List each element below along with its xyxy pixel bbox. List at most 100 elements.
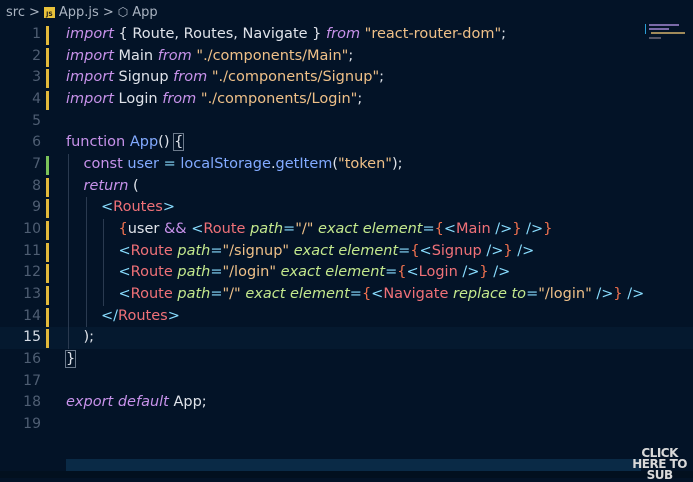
token-txt: ; (348, 47, 354, 64)
line-number: 8 (32, 177, 41, 194)
code-line[interactable]: 3 import Signup from "./components/Signup… (0, 67, 693, 89)
token-pun: /> (517, 242, 535, 259)
code-text: import Login from "./components/Login"; (66, 89, 362, 111)
token-attr: path (177, 242, 211, 259)
code-line[interactable]: 1 import { Route, Routes, Navigate } from… (0, 24, 693, 46)
code-line[interactable]: 16} (0, 349, 693, 371)
breadcrumb-file[interactable]: App.js (59, 5, 99, 20)
token-txt: ( (128, 177, 139, 194)
token-str: "token" (338, 155, 392, 172)
code-line[interactable]: 4 import Login from "./components/Login"; (0, 89, 693, 111)
token-tag: Routes (118, 307, 168, 324)
git-modified-indicator[interactable] (46, 47, 49, 67)
token-fn: getItem (275, 155, 333, 172)
code-line[interactable]: 19 (0, 414, 693, 436)
token-pun: /> (495, 220, 513, 237)
git-modified-indicator[interactable] (46, 90, 49, 110)
token-tag: Main (456, 220, 491, 237)
watermark-line: SUB (646, 468, 674, 482)
git-modified-indicator[interactable] (46, 26, 49, 45)
token-str: "/signup" (222, 242, 290, 259)
git-modified-indicator[interactable] (46, 199, 49, 219)
code-line[interactable]: 8 return ( (0, 175, 693, 198)
token-brk: } (613, 285, 623, 302)
token-pun: = (398, 242, 411, 259)
breadcrumb-folder[interactable]: src (6, 5, 25, 20)
token-pun: < (443, 220, 457, 237)
line-number: 1 (32, 26, 41, 42)
token-pun: /> (462, 264, 480, 281)
token-kw: from (162, 90, 197, 107)
line-number: 12 (23, 264, 41, 281)
token-pun: /> (596, 285, 614, 302)
token-pun: = (422, 220, 435, 237)
token-pun: < (118, 242, 131, 259)
code-line[interactable]: 7 const user = localStorage.getItem("toke… (0, 153, 693, 176)
indent-guide (68, 153, 69, 176)
line-number: 15 (23, 329, 41, 346)
code-editor[interactable]: 1 import { Route, Routes, Navigate } from… (0, 24, 693, 435)
token-pun: < (118, 285, 131, 302)
code-line[interactable]: 15); (0, 327, 693, 349)
indent-guide (68, 327, 69, 349)
token-pun: /> (486, 242, 504, 259)
token-attr: element (325, 264, 386, 281)
git-modified-indicator[interactable] (46, 242, 49, 262)
code-line[interactable]: 14 </Routes> (0, 305, 693, 328)
git-modified-indicator[interactable] (46, 329, 49, 349)
horizontal-scrollbar[interactable] (66, 459, 641, 471)
line-number: 18 (23, 394, 41, 411)
token-pun: = (385, 264, 398, 281)
token-attr: exact (280, 264, 321, 281)
token-attr: element (362, 220, 423, 237)
token-pun: = (210, 285, 223, 302)
code-line[interactable]: 11 <Route path="/signup" exact element={<… (0, 240, 693, 263)
code-line[interactable]: 13 <Route path="/" exact element={<Naviga… (0, 283, 693, 306)
line-number: 19 (23, 415, 41, 432)
git-modified-indicator[interactable] (46, 307, 49, 327)
line-number: 9 (32, 199, 41, 216)
breadcrumb-symbol[interactable]: App (132, 5, 157, 20)
line-number: 4 (32, 90, 41, 107)
code-text: <Route path="/" exact element={<Navigate… (119, 284, 645, 306)
code-line[interactable]: 18 export default App; (0, 392, 693, 414)
line-number: 10 (23, 220, 41, 237)
line-number: 3 (32, 69, 41, 86)
code-text: import { Route, Routes, Navigate } from … (66, 24, 506, 46)
token-kw: import (66, 47, 114, 64)
token-attr: element (289, 285, 350, 302)
code-text: <Route path="/login" exact element={<Log… (119, 262, 511, 284)
token-pun: = (526, 285, 539, 302)
line-number: 13 (23, 285, 41, 302)
git-modified-indicator[interactable] (46, 285, 49, 305)
code-line[interactable]: 5 (0, 111, 693, 133)
minimap[interactable] (645, 22, 691, 52)
git-modified-indicator[interactable] (46, 69, 49, 89)
code-line[interactable]: 2 import Main from "./components/Main"; (0, 46, 693, 68)
token-tag: Routes (113, 199, 163, 216)
token-kw: from (173, 69, 208, 86)
subscribe-watermark[interactable]: CLICK HERE TO SUB (632, 447, 687, 482)
indent-guide (85, 305, 87, 328)
code-line[interactable]: 6 function App() { (0, 132, 693, 154)
code-line[interactable]: 9 <Routes> (0, 197, 693, 219)
indent-guide (85, 283, 87, 306)
token-txt: App; (168, 394, 207, 411)
token-txt: { Route, Routes, Navigate } (113, 26, 326, 42)
token-kwn: && (163, 220, 187, 237)
code-line[interactable]: 17 (0, 371, 693, 393)
code-line[interactable]: 12 <Route path="/login" exact element={<L… (0, 262, 693, 284)
git-modified-indicator[interactable] (46, 177, 49, 197)
git-modified-indicator[interactable] (46, 220, 49, 240)
git-added-indicator[interactable] (46, 155, 49, 175)
token-tag: Route (203, 220, 246, 237)
token-attr: path (177, 264, 211, 281)
code-line[interactable]: 10 {user && <Route path="/" exact element… (0, 218, 693, 241)
code-text: export default App; (66, 392, 207, 414)
indent-guide (68, 218, 69, 241)
code-text: import Signup from "./components/Signup"… (66, 67, 384, 89)
git-modified-indicator[interactable] (46, 264, 49, 284)
token-brk: } (543, 220, 553, 237)
token-str: "react-router-dom" (364, 26, 502, 42)
line-number: 11 (23, 242, 41, 259)
